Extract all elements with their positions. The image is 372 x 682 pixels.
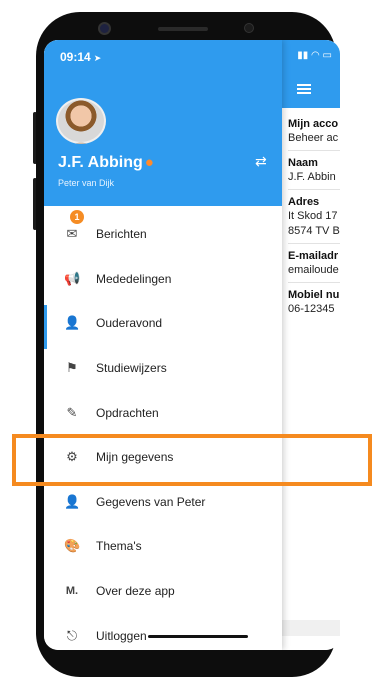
home-indicator <box>148 635 248 638</box>
hamburger-menu-icon[interactable] <box>297 84 311 94</box>
detail-value[interactable]: Beheer ac <box>288 131 340 146</box>
details-list: Mijn acco Beheer ac Naam J.F. Abbin Adre… <box>288 112 340 317</box>
status-bar-time: 09:14 ➤ <box>60 50 102 64</box>
menu-item-label: Thema's <box>96 539 142 554</box>
megaphone-icon: 📢 <box>64 270 81 286</box>
swap-arrows-icon[interactable]: ⇄ <box>255 153 267 170</box>
signpost-icon: ⚑ <box>66 360 78 376</box>
account-details-panel: Mijn acco Beheer ac Naam J.F. Abbin Adre… <box>282 40 340 650</box>
proximity-sensor <box>244 23 254 33</box>
status-dot-icon: ● <box>144 154 154 171</box>
menu-item-label: Gegevens van Peter <box>96 494 206 509</box>
menu-item-label: Mededelingen <box>96 271 172 286</box>
detail-value: It Skod 17 <box>288 210 338 222</box>
detail-value: 06-12345 <box>288 303 335 315</box>
avatar[interactable] <box>56 98 106 144</box>
menu-item-label: Uitloggen <box>96 628 147 643</box>
menu-item-label: Opdrachten <box>96 405 159 420</box>
child-name: Peter van Dijk <box>58 178 115 188</box>
menu-item-label: Studiewijzers <box>96 361 167 376</box>
highlight-box <box>12 434 372 486</box>
drawer-header: 09:14 ➤ ▮▮ ◠ ▭ J.F. Abbing ● Peter van Dij… <box>44 40 332 206</box>
menu-item-gegevens-van-peter[interactable]: 👤 Gegevens van Peter <box>44 480 282 525</box>
notification-badge: 1 <box>70 210 84 224</box>
detail-value: 8574 TV B <box>288 225 340 237</box>
menu-item-themas[interactable]: 🎨 Thema's <box>44 524 282 569</box>
front-camera <box>98 22 111 35</box>
menu-item-opdrachten[interactable]: ✎ Opdrachten <box>44 390 282 435</box>
earpiece-speaker <box>158 27 208 31</box>
status-bar-icons: ▮▮ ◠ ▭ <box>297 50 332 61</box>
m-logo-icon: M. <box>65 585 79 598</box>
user-name: J.F. Abbing ● <box>58 154 154 171</box>
menu-item-over-deze-app[interactable]: M. Over deze app <box>44 569 282 614</box>
detail-value: emailoude <box>288 264 339 276</box>
menu-item-label: Ouderavond <box>96 316 163 331</box>
menu-item-label: Berichten <box>96 227 147 242</box>
detail-label: E-mailadr <box>288 250 339 262</box>
menu-item-mededelingen[interactable]: 📢 Mededelingen <box>44 257 282 302</box>
wifi-icon: ◠ <box>311 50 320 61</box>
envelope-icon: ✉ <box>66 226 78 242</box>
palette-icon: 🎨 <box>64 538 81 554</box>
detail-label: Naam <box>288 157 318 169</box>
detail-label: Adres <box>288 196 320 208</box>
signal-icon: ▮▮ <box>297 50 309 61</box>
detail-label: Mijn acco <box>288 118 339 130</box>
navigation-drawer: 09:14 ➤ ▮▮ ◠ ▭ J.F. Abbing ● Peter van Dij… <box>44 40 332 650</box>
app-screen: Mijn acco Beheer ac Naam J.F. Abbin Adre… <box>44 40 340 650</box>
pencil-icon: ✎ <box>66 404 78 420</box>
menu-item-label: Over deze app <box>96 584 175 599</box>
panel-footer <box>282 620 340 636</box>
detail-value: J.F. Abbin <box>288 171 336 183</box>
drawer-menu: ✉ 1 Berichten 📢 Mededelingen 👤 Ouderavon… <box>44 210 282 650</box>
person-clock-icon: 👤 <box>64 315 81 331</box>
menu-item-studiewijzers[interactable]: ⚑ Studiewijzers <box>44 346 282 391</box>
location-arrow-icon: ➤ <box>93 53 102 63</box>
battery-icon: ▭ <box>322 50 332 61</box>
menu-item-uitloggen[interactable]: ⎋ Uitloggen <box>44 613 282 650</box>
menu-item-berichten[interactable]: ✉ 1 Berichten <box>44 210 282 257</box>
logout-icon: ⎋ <box>66 627 78 643</box>
detail-label: Mobiel nu <box>288 289 340 301</box>
person-icon: 👤 <box>64 493 81 509</box>
menu-item-ouderavond[interactable]: 👤 Ouderavond <box>44 301 282 349</box>
